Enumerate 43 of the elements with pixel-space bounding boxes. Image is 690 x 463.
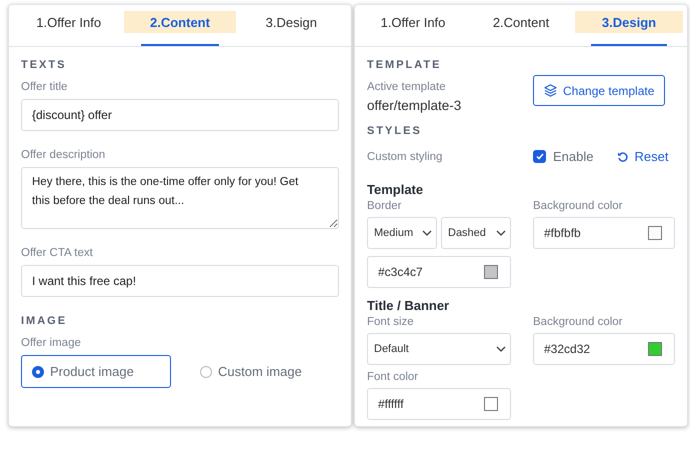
- text-field[interactable]: I want this free cap!: [21, 265, 339, 297]
- group-title: Template: [367, 182, 424, 197]
- field-label: Custom styling: [367, 150, 444, 162]
- group-title: Title / Banner: [367, 298, 450, 313]
- layers-icon: [544, 84, 557, 97]
- tab[interactable]: 1.Offer Info: [13, 11, 124, 46]
- radio-option[interactable]: Product image: [21, 355, 171, 388]
- chevron-icon: [496, 346, 506, 352]
- field-label: Offer title: [21, 81, 68, 93]
- section-heading: STYLES: [367, 125, 423, 137]
- section-heading: IMAGE: [21, 315, 68, 327]
- reset-icon: [617, 150, 630, 162]
- field-label: Background color: [533, 316, 622, 328]
- field-label: Background color: [533, 200, 622, 212]
- textarea-field[interactable]: Hey there, this is the one-time offer only for you! Get this before the deal runs out...: [21, 167, 339, 229]
- field-label: Offer description: [21, 149, 106, 161]
- color-field[interactable]: #32cd32: [533, 333, 675, 365]
- select-field[interactable]: Dashed: [441, 217, 511, 249]
- tab[interactable]: 2.Content: [467, 11, 575, 46]
- select-field[interactable]: Default: [367, 333, 511, 365]
- template-name: offer/template-3: [367, 98, 462, 113]
- section-heading: TEMPLATE: [367, 59, 442, 71]
- chevron-icon: [496, 230, 506, 236]
- field-label: Font color: [367, 371, 418, 383]
- color-field[interactable]: #c3c4c7: [367, 256, 511, 288]
- tab[interactable]: 1.Offer Info: [359, 11, 467, 46]
- check-icon: [536, 153, 544, 160]
- field-label: Offer CTA text: [21, 247, 93, 259]
- change-template-button[interactable]: Change template: [533, 75, 666, 106]
- field-label: Font size: [367, 316, 414, 328]
- field-label: Active template: [367, 81, 446, 93]
- section-heading: TEXTS: [21, 59, 68, 71]
- enable-checkbox[interactable]: Enable: [533, 149, 594, 164]
- select-field[interactable]: Medium: [367, 217, 437, 249]
- text-field[interactable]: {discount} offer: [21, 99, 339, 131]
- tab[interactable]: 3.Design: [236, 11, 347, 46]
- chevron-icon: [422, 230, 432, 236]
- field-label: Border: [367, 200, 402, 212]
- reset-button[interactable]: Reset: [617, 149, 668, 164]
- color-field[interactable]: #fbfbfb: [533, 217, 675, 249]
- radio-option[interactable]: Custom image: [189, 355, 339, 388]
- field-label: Offer image: [21, 337, 81, 349]
- color-field[interactable]: #ffffff: [367, 388, 511, 420]
